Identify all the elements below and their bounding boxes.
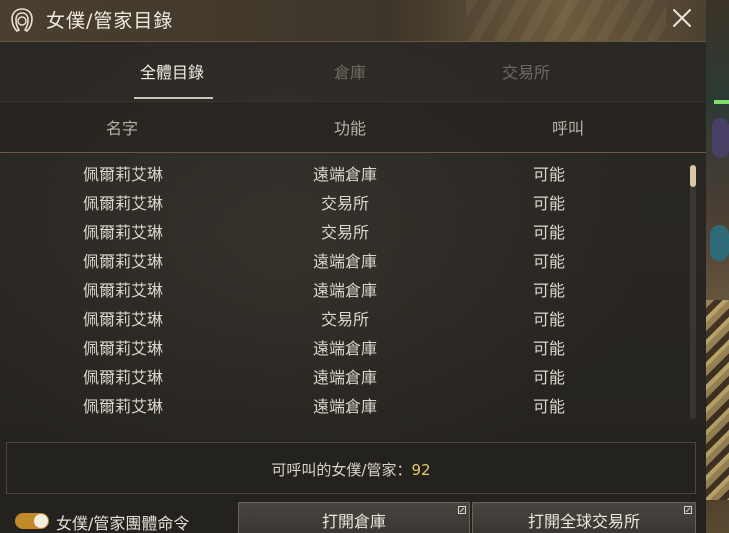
open-global-market-label: 打開全球交易所 [527,512,640,531]
column-header-call[interactable]: 呼叫 [552,115,584,139]
game-background [706,0,729,533]
group-command-label: 女僕/管家團體命令 [56,514,190,533]
row-function: 交易所 [320,223,370,242]
table-row[interactable]: 佩爾莉艾琳 遠端倉庫 可能 [0,273,690,302]
close-icon[interactable] [668,4,696,32]
open-global-market-button[interactable]: 打開全球交易所 [472,502,696,533]
row-call: 可能 [532,397,566,416]
table-row[interactable]: 佩爾莉艾琳 交易所 可能 [0,215,690,244]
background-decor [712,118,729,158]
summary-line: 可呼叫的女僕/管家：92 [7,459,695,480]
column-header-function[interactable]: 功能 [334,115,366,139]
group-command-toggle[interactable] [15,513,49,529]
row-name: 佩爾莉艾琳 [82,339,164,358]
row-name: 佩爾莉艾琳 [82,165,164,184]
open-storage-button[interactable]: 打開倉庫 [238,502,470,533]
tab-bar: 全體目錄 倉庫 交易所 [0,41,706,101]
row-call: 可能 [532,194,566,213]
table-row[interactable]: 佩爾莉艾琳 遠端倉庫 可能 [0,244,690,273]
row-function: 遠端倉庫 [312,368,378,387]
row-function: 遠端倉庫 [312,281,378,300]
table-header: 名字 功能 呼叫 [0,101,706,153]
row-function: 交易所 [320,310,370,329]
row-name: 佩爾莉艾琳 [82,194,164,213]
scrollbar-thumb[interactable] [690,165,696,187]
row-name: 佩爾莉艾琳 [82,252,164,271]
row-call: 可能 [532,165,566,184]
row-name: 佩爾莉艾琳 [82,281,164,300]
background-decor [706,300,729,500]
row-call: 可能 [532,252,566,271]
table-row[interactable]: 佩爾莉艾琳 交易所 可能 [0,186,690,215]
table-row[interactable]: 佩爾莉艾琳 遠端倉庫 可能 [0,360,690,389]
table-row[interactable]: 佩爾莉艾琳 遠端倉庫 可能 [0,389,690,418]
row-call: 可能 [532,281,566,300]
row-call: 可能 [532,339,566,358]
summary-panel: 可呼叫的女僕/管家：92 [6,442,696,494]
summary-count: 92 [411,461,431,479]
row-function: 遠端倉庫 [312,339,378,358]
background-decor [714,100,729,104]
title-bar-texture [466,0,666,41]
row-function: 交易所 [320,194,370,213]
row-name: 佩爾莉艾琳 [82,397,164,416]
table-row[interactable]: 佩爾莉艾琳 遠端倉庫 可能 [0,331,690,360]
row-name: 佩爾莉艾琳 [82,310,164,329]
tab-storage[interactable]: 倉庫 [334,59,366,83]
maid-list-window: 女僕/管家目錄 全體目錄 倉庫 交易所 名字 功能 呼叫 佩爾莉艾琳 遠端倉庫 … [0,0,706,533]
maid-icon [11,8,33,32]
tab-marketplace[interactable]: 交易所 [502,59,550,83]
title-bar[interactable]: 女僕/管家目錄 [0,0,706,42]
toggle-knob [34,514,48,528]
table-row[interactable]: 佩爾莉艾琳 交易所 可能 [0,302,690,331]
window-title: 女僕/管家目錄 [46,10,174,32]
active-tab-indicator [134,97,213,99]
row-name: 佩爾莉艾琳 [82,368,164,387]
tab-all-list[interactable]: 全體目錄 [140,59,204,83]
background-decor [710,225,729,261]
popout-icon [684,506,692,514]
summary-label: 可呼叫的女僕/管家： [271,461,412,479]
row-call: 可能 [532,368,566,387]
row-function: 遠端倉庫 [312,165,378,184]
open-storage-label: 打開倉庫 [321,512,386,531]
row-call: 可能 [532,310,566,329]
row-call: 可能 [532,223,566,242]
row-name: 佩爾莉艾琳 [82,223,164,242]
table-row[interactable]: 佩爾莉艾琳 遠端倉庫 可能 [0,157,690,186]
maid-list: 佩爾莉艾琳 遠端倉庫 可能 佩爾莉艾琳 交易所 可能 佩爾莉艾琳 交易所 可能 … [0,157,690,427]
popout-icon [458,506,466,514]
list-scrollbar[interactable] [690,165,696,419]
column-header-name[interactable]: 名字 [106,115,138,139]
row-function: 遠端倉庫 [312,397,378,416]
row-function: 遠端倉庫 [312,252,378,271]
